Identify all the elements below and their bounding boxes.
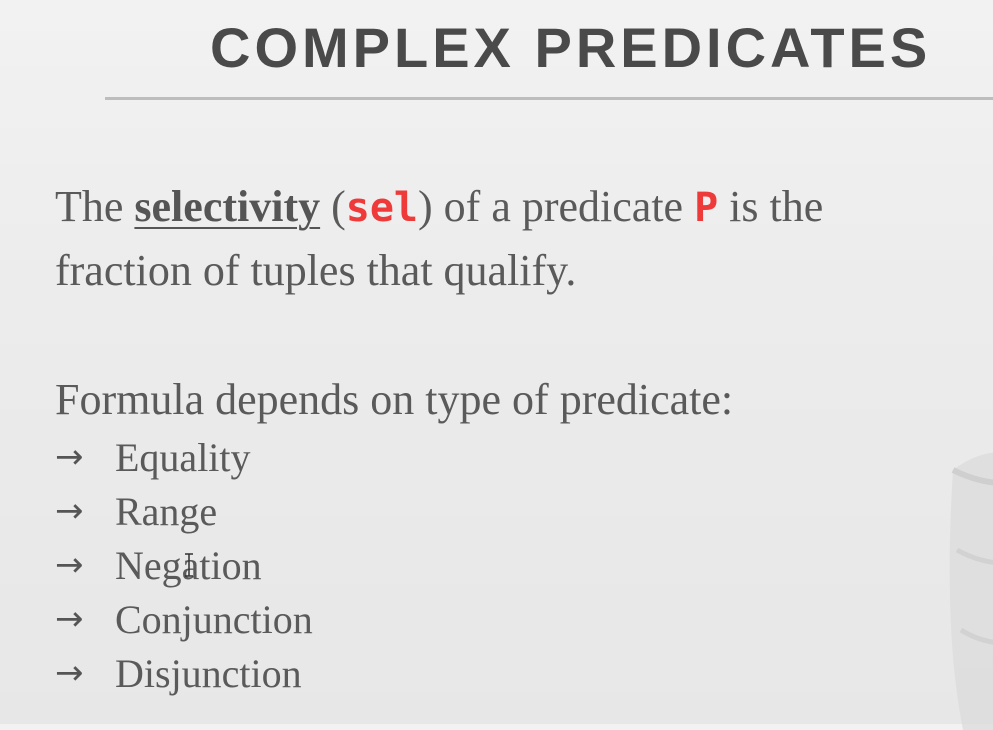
text-cursor-icon [185, 553, 193, 577]
title-divider [105, 97, 993, 100]
arrow-icon: → [55, 653, 84, 693]
definition-middle: of a predicate [443, 182, 684, 231]
list-item-label: Range [115, 488, 218, 534]
arrow-icon: → [55, 491, 84, 531]
slide-title: COMPLEX PREDICATES [210, 16, 932, 79]
definition-prefix: The [55, 182, 124, 231]
definition-suffix: is the [729, 182, 824, 231]
definition-line-2: fraction of tuples that qualify. [55, 246, 577, 295]
database-watermark-icon [949, 452, 993, 730]
definition-line-1: The selectivity (sel) of a predicate P i… [55, 175, 823, 240]
sel-abbr: sel [345, 185, 419, 231]
selectivity-term: selectivity [134, 182, 321, 231]
open-paren: ( [331, 182, 346, 231]
arrow-icon: → [55, 599, 84, 639]
predicate-variable: P [694, 185, 719, 231]
list-item-label: Equality [115, 434, 251, 480]
list-item-label: Disjunction [115, 650, 302, 696]
list-item: → Range [55, 484, 313, 538]
list-item: → Conjunction [55, 592, 313, 646]
close-paren: ) [418, 182, 433, 231]
arrow-icon: → [55, 545, 84, 585]
list-item-label: Conjunction [115, 596, 313, 642]
arrow-icon: → [55, 437, 84, 477]
list-item: → Equality [55, 430, 313, 484]
formula-intro: Formula depends on type of predicate: [55, 375, 734, 424]
list-item: → Disjunction [55, 646, 313, 700]
